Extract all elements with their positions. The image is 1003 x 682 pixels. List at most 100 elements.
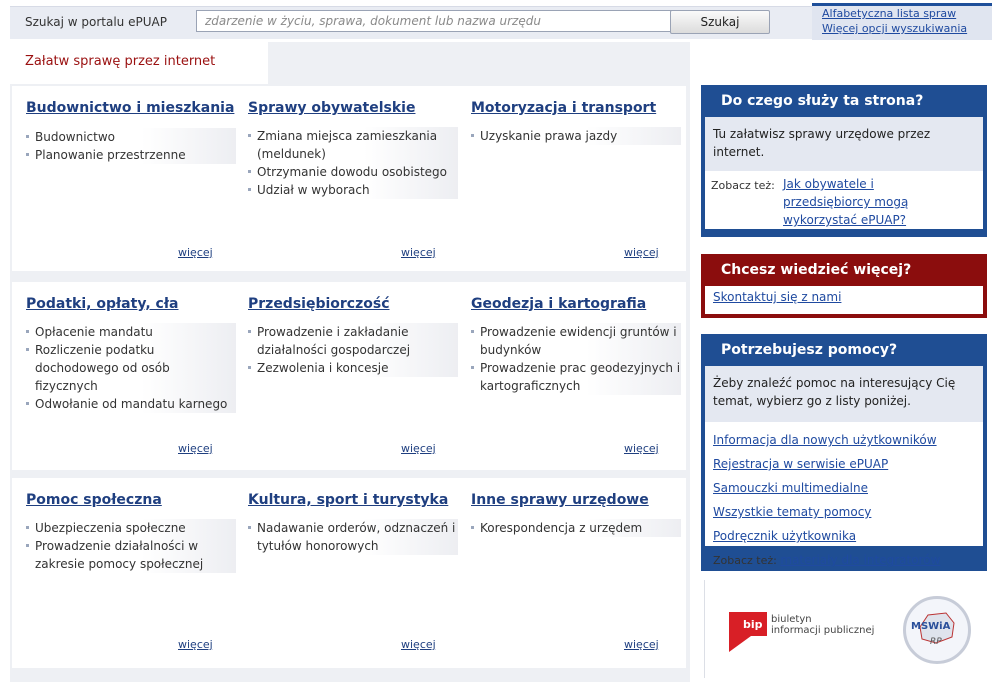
tab-handle-online[interactable]: Załatw sprawę przez internet: [10, 42, 268, 84]
bip-line2: informacji publicznej: [771, 625, 875, 636]
list-item[interactable]: Budownictwo: [26, 128, 236, 146]
see-also: Zobacz też: Jak obywatele i przedsiębior…: [705, 171, 983, 229]
search-bar: Szukaj w portalu ePUAP Szukaj: [10, 6, 812, 39]
category-title[interactable]: Inne sprawy urzędowe: [471, 492, 681, 509]
category-column: Budownictwo i mieszkania Budownictwo Pla…: [26, 100, 236, 164]
search-links: Alfabetyczna lista spraw Więcej opcji wy…: [812, 3, 992, 40]
help-link[interactable]: Podręcznik użytkownika: [713, 524, 975, 548]
see-also-link[interactable]: materiały dla integratorów: [780, 553, 940, 567]
more-link[interactable]: więcej: [401, 442, 436, 455]
more-link[interactable]: więcej: [178, 442, 213, 455]
more-link[interactable]: więcej: [624, 442, 659, 455]
category-section: Pomoc społeczna Ubezpieczenia społeczne …: [12, 478, 686, 668]
category-column: Kultura, sport i turystyka Nadawanie ord…: [248, 492, 458, 555]
category-column: Sprawy obywatelskie Zmiana miejsca zamie…: [248, 100, 458, 199]
category-title[interactable]: Podatki, opłaty, cła: [26, 296, 236, 313]
list-item[interactable]: Opłacenie mandatu: [26, 323, 236, 341]
info-box-purpose: Do czego służy ta strona? Tu załatwisz s…: [701, 85, 987, 237]
mswia-text: MSWiA: [911, 621, 951, 632]
see-also: Zobacz też: materiały dla integratorów: [713, 548, 975, 573]
contact-link[interactable]: Skontaktuj się z nami: [713, 290, 841, 304]
list-item[interactable]: Odwołanie od mandatu karnego: [26, 395, 236, 413]
help-link[interactable]: Rejestracja w serwisie ePUAP: [713, 452, 975, 476]
list-item[interactable]: Zezwolenia i koncesje: [248, 359, 458, 377]
list-item[interactable]: Prowadzenie działalności w zakresie pomo…: [26, 537, 236, 573]
category-list: Korespondencja z urzędem: [471, 519, 681, 537]
category-column: Motoryzacja i transport Uzyskanie prawa …: [471, 100, 681, 145]
list-item[interactable]: Korespondencja z urzędem: [471, 519, 681, 537]
category-list: Prowadzenie i zakładanie działalności go…: [248, 323, 458, 377]
category-column: Przedsiębiorczość Prowadzenie i zakładan…: [248, 296, 458, 377]
search-button[interactable]: Szukaj: [670, 10, 770, 34]
list-item[interactable]: Rozliczenie podatku dochodowego od osób …: [26, 341, 236, 395]
contact-row: Skontaktuj się z nami: [705, 286, 983, 314]
more-link[interactable]: więcej: [624, 638, 659, 651]
box-text: Żeby znaleźć pomoc na interesujący Cię t…: [705, 366, 983, 422]
purpose-text: Tu załatwisz sprawy urzędowe przez inter…: [713, 127, 931, 159]
category-title[interactable]: Budownictwo i mieszkania: [26, 100, 236, 117]
category-list: Uzyskanie prawa jazdy: [471, 127, 681, 145]
category-title[interactable]: Motoryzacja i transport: [471, 100, 681, 117]
mswia-logo[interactable]: MSWiA RP: [903, 596, 971, 664]
list-item[interactable]: Prowadzenie prac geodezyjnych i kartogra…: [471, 359, 681, 395]
category-list: Nadawanie orderów, odznaczeń i tytułów h…: [248, 519, 458, 555]
info-box-contact: Chcesz wiedzieć więcej? Skontaktuj się z…: [701, 254, 987, 318]
help-text: Żeby znaleźć pomoc na interesujący Cię t…: [713, 376, 956, 408]
info-box-help: Potrzebujesz pomocy? Żeby znaleźć pomoc …: [701, 334, 987, 571]
help-link[interactable]: Informacja dla nowych użytkowników: [713, 428, 975, 452]
more-search-options-link[interactable]: Więcej opcji wyszukiwania: [812, 21, 992, 36]
see-also-link[interactable]: Jak obywatele i przedsiębiorcy mogą wyko…: [783, 175, 923, 229]
more-link[interactable]: więcej: [178, 246, 213, 259]
category-section: Budownictwo i mieszkania Budownictwo Pla…: [12, 86, 686, 271]
see-also-label: Zobacz też:: [711, 179, 775, 192]
list-item[interactable]: Uzyskanie prawa jazdy: [471, 127, 681, 145]
search-input[interactable]: [196, 10, 672, 32]
see-also-label: Zobacz też:: [713, 554, 777, 567]
category-title[interactable]: Sprawy obywatelskie: [248, 100, 458, 117]
bip-emblem-icon: [729, 612, 767, 652]
bip-line1: biuletyn: [771, 614, 812, 625]
more-link[interactable]: więcej: [178, 638, 213, 651]
category-column: Geodezja i kartografia Prowadzenie ewide…: [471, 296, 681, 395]
category-title[interactable]: Kultura, sport i turystyka: [248, 492, 458, 509]
box-header: Chcesz wiedzieć więcej?: [701, 254, 987, 286]
help-link[interactable]: Wszystkie tematy pomocy: [713, 500, 975, 524]
list-item[interactable]: Prowadzenie ewidencji gruntów i budynków: [471, 323, 681, 359]
box-text: Tu załatwisz sprawy urzędowe przez inter…: [705, 117, 983, 171]
help-links: Informacja dla nowych użytkowników Rejes…: [705, 422, 983, 567]
tab-label: Załatw sprawę przez internet: [25, 54, 216, 69]
list-item[interactable]: Nadawanie orderów, odznaczeń i tytułów h…: [248, 519, 458, 555]
help-link[interactable]: Samouczki multimedialne: [713, 476, 975, 500]
category-column: Podatki, opłaty, cła Opłacenie mandatu R…: [26, 296, 236, 413]
main-panel: Załatw sprawę przez internet Budownictwo…: [10, 42, 690, 682]
box-title: Potrzebujesz pomocy?: [721, 342, 898, 358]
category-column: Pomoc społeczna Ubezpieczenia społeczne …: [26, 492, 236, 573]
partner-logos: bip biuletyn informacji publicznej MSWiA…: [704, 580, 988, 678]
category-title[interactable]: Przedsiębiorczość: [248, 296, 458, 313]
list-item[interactable]: Ubezpieczenia społeczne: [26, 519, 236, 537]
box-title: Do czego służy ta strona?: [721, 93, 924, 109]
list-item[interactable]: Otrzymanie dowodu osobistego: [248, 163, 458, 181]
list-item[interactable]: Prowadzenie i zakładanie działalności go…: [248, 323, 458, 359]
box-title: Chcesz wiedzieć więcej?: [721, 262, 912, 278]
category-title[interactable]: Pomoc społeczna: [26, 492, 236, 509]
box-header: Potrzebujesz pomocy?: [701, 334, 987, 366]
more-link[interactable]: więcej: [624, 246, 659, 259]
list-item[interactable]: Zmiana miejsca zamieszkania (meldunek): [248, 127, 458, 163]
more-link[interactable]: więcej: [401, 246, 436, 259]
category-column: Inne sprawy urzędowe Korespondencja z ur…: [471, 492, 681, 537]
category-list: Ubezpieczenia społeczne Prowadzenie dzia…: [26, 519, 236, 573]
alphabetical-list-link[interactable]: Alfabetyczna lista spraw: [812, 6, 992, 21]
category-list: Zmiana miejsca zamieszkania (meldunek) O…: [248, 127, 458, 199]
box-header: Do czego służy ta strona?: [701, 85, 987, 117]
category-title[interactable]: Geodezja i kartografia: [471, 296, 681, 313]
bip-logo[interactable]: bip biuletyn informacji publicznej: [727, 608, 877, 656]
category-list: Prowadzenie ewidencji gruntów i budynków…: [471, 323, 681, 395]
category-list: Budownictwo Planowanie przestrzenne: [26, 128, 236, 164]
more-link[interactable]: więcej: [401, 638, 436, 651]
list-item[interactable]: Udział w wyborach: [248, 181, 458, 199]
list-item[interactable]: Planowanie przestrzenne: [26, 146, 236, 164]
category-section: Podatki, opłaty, cła Opłacenie mandatu R…: [12, 282, 686, 470]
category-list: Opłacenie mandatu Rozliczenie podatku do…: [26, 323, 236, 413]
mswia-sub: RP: [930, 637, 942, 647]
